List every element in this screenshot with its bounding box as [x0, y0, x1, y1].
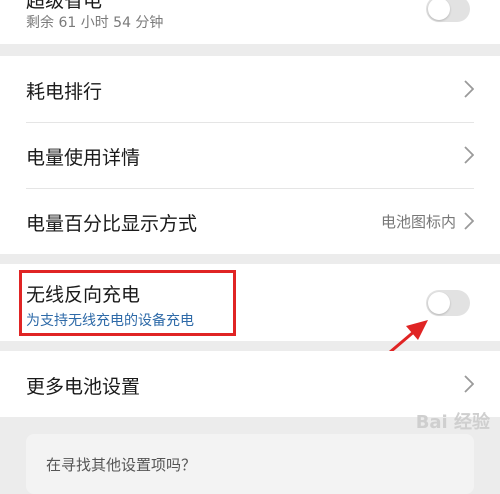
chevron-right-icon: [464, 80, 474, 98]
battery-menu-card: 耗电排行 电量使用详情 电量百分比显示方式 电池图标内: [0, 56, 500, 254]
more-battery-settings-label: 更多电池设置: [26, 376, 141, 398]
chevron-right-icon: [464, 375, 474, 393]
wireless-reverse-charging-toggle[interactable]: [426, 290, 470, 316]
menu-item-percentage-display[interactable]: 电量百分比显示方式 电池图标内: [0, 188, 500, 254]
menu-item-value: 电池图标内: [380, 213, 456, 231]
toggle-knob: [428, 0, 450, 20]
menu-item-power-ranking[interactable]: 耗电排行: [0, 56, 500, 122]
super-power-saving-card: 超级省电 剩余 61 小时 54 分钟: [0, 0, 500, 44]
remaining-time: 剩余 61 小时 54 分钟: [26, 15, 164, 31]
menu-item-label: 电量使用详情: [26, 147, 141, 169]
other-settings-suggestion-card[interactable]: 在寻找其他设置项吗？: [26, 434, 474, 494]
highlight-annotation-box: [19, 270, 236, 336]
chevron-right-icon: [464, 212, 474, 230]
menu-item-label: 电量百分比显示方式: [26, 213, 198, 235]
menu-item-label: 耗电排行: [26, 81, 103, 103]
super-power-saving-toggle[interactable]: [426, 0, 470, 22]
toggle-knob: [428, 292, 450, 314]
baidu-watermark: Bai 经验: [415, 412, 490, 433]
chevron-right-icon: [464, 146, 474, 164]
menu-item-usage-details[interactable]: 电量使用详情: [0, 122, 500, 188]
